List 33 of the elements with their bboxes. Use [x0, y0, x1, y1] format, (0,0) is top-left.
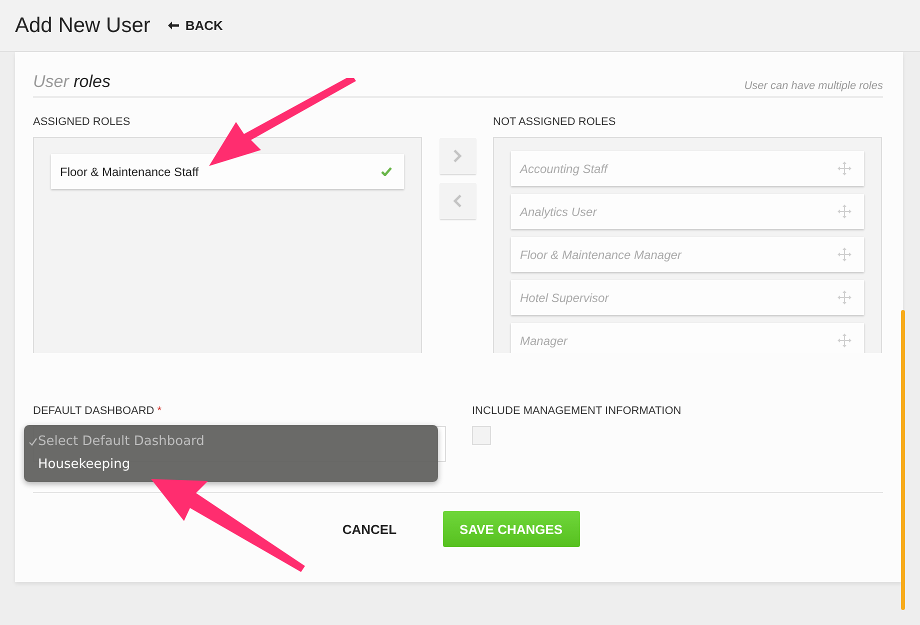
move-icon	[837, 290, 852, 305]
checkmark-icon	[29, 438, 37, 446]
unassigned-role-item[interactable]: Hotel Supervisor	[511, 280, 864, 315]
chevron-left-icon	[453, 194, 462, 208]
dropdown-option[interactable]: Housekeeping	[24, 453, 438, 476]
cancel-button[interactable]: CANCEL	[336, 511, 403, 547]
unassign-button[interactable]	[440, 183, 476, 219]
default-dashboard-label: DEFAULT DASHBOARD *	[33, 405, 163, 417]
chevron-right-icon	[453, 149, 462, 163]
move-icon	[837, 204, 852, 219]
move-icon	[837, 333, 852, 348]
unassigned-role-item[interactable]: Floor & Maintenance Manager	[511, 237, 864, 272]
assigned-role-item[interactable]: Floor & Maintenance Staff	[51, 154, 404, 189]
section-hint: User can have multiple roles	[744, 80, 883, 92]
unassigned-role-item[interactable]: Manager	[511, 323, 864, 353]
page-title: Add New User	[15, 14, 150, 38]
move-icon	[837, 161, 852, 176]
assign-button[interactable]	[440, 138, 476, 174]
checkmark-icon	[381, 167, 392, 176]
include-management-label: INCLUDE MANAGEMENT INFORMATION	[472, 405, 682, 417]
unassigned-role-item[interactable]: Accounting Staff	[511, 151, 864, 186]
move-icon	[837, 247, 852, 262]
save-button[interactable]: SAVE CHANGES	[442, 511, 580, 547]
checkbox[interactable]	[472, 426, 491, 445]
back-link[interactable]: BACK	[168, 18, 223, 33]
scrollbar-thumb[interactable]	[901, 310, 905, 610]
dropdown-option[interactable]: Select Default Dashboard	[24, 430, 438, 453]
unassigned-role-item[interactable]: Analytics User	[511, 194, 864, 229]
required-mark: *	[157, 405, 162, 417]
section-title: User roles	[33, 72, 110, 92]
back-arrow-icon	[168, 21, 180, 30]
assigned-roles-label: ASSIGNED ROLES	[33, 116, 132, 128]
not-assigned-roles-label: NOT ASSIGNED ROLES	[493, 116, 617, 128]
